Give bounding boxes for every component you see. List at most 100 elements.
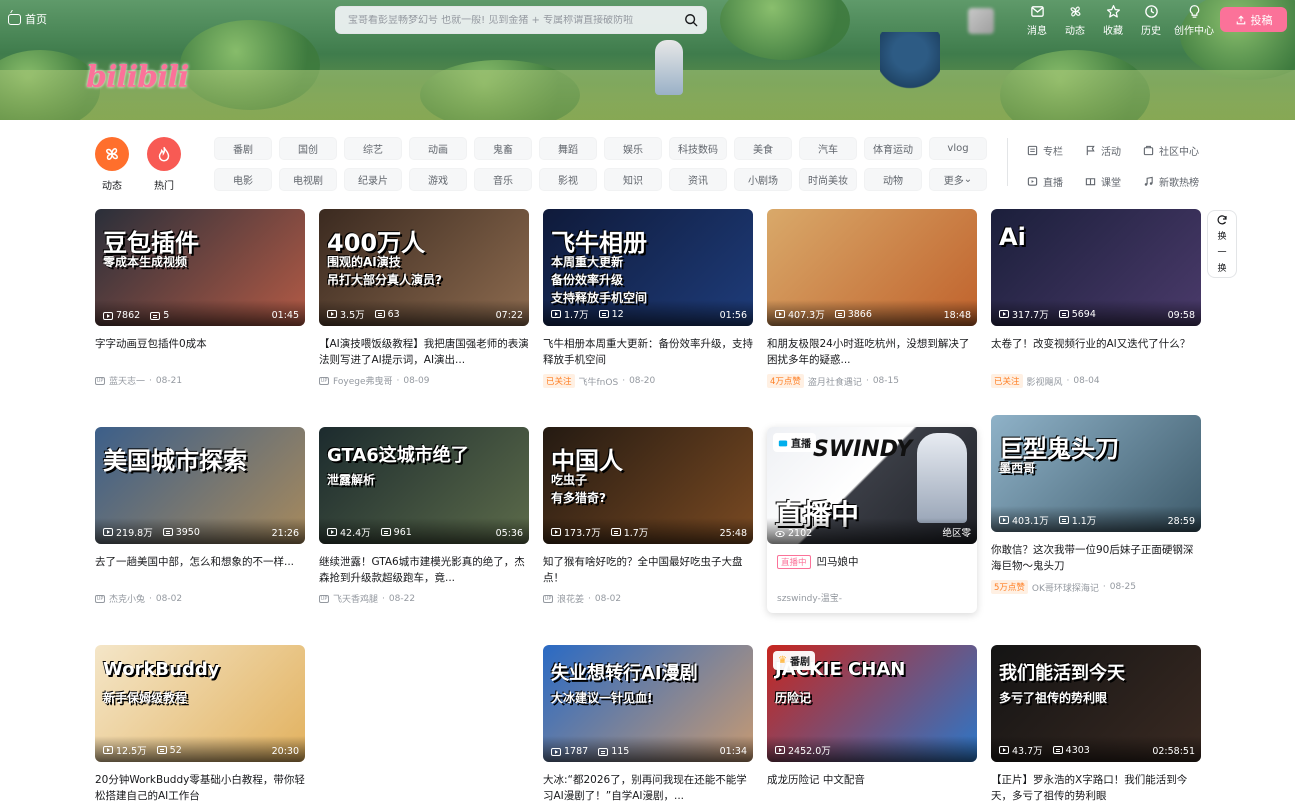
- video-title[interactable]: 你敢信？这次我带一位90后妹子正面硬钢深海巨物～鬼头刀: [991, 542, 1201, 574]
- video-title[interactable]: 【AI演技喂饭级教程】我把唐国强老师的表演法则写进了AI提示词，AI演出...: [319, 336, 529, 368]
- side-link-music-chart[interactable]: 新歌热榜: [1143, 174, 1199, 189]
- search-icon[interactable]: [676, 6, 706, 34]
- card-meta[interactable]: 已关注 影视飓风 · 08-04: [991, 374, 1201, 388]
- channel-row1-0[interactable]: 番剧: [214, 137, 272, 160]
- channel-row2-2[interactable]: 纪录片: [344, 168, 402, 191]
- meta-sep: ·: [1066, 376, 1070, 386]
- channel-row1-9[interactable]: 汽车: [799, 137, 857, 160]
- video-title[interactable]: 20分钟WorkBuddy零基础小白教程，带你轻松搭建自己的AI工作台: [95, 772, 305, 804]
- nav-dynamic[interactable]: 动态: [1056, 4, 1094, 37]
- refresh-button[interactable]: 换 一 换: [1207, 210, 1237, 278]
- video-card[interactable]: 400万人 围观的AI演技 吊打大部分真人演员? 3.5万 63 07:22 【AI演技喂饭…: [319, 209, 529, 387]
- video-thumbnail[interactable]: 407.3万 3866 18:48: [767, 209, 977, 326]
- video-thumbnail[interactable]: 美国城市探索 219.8万 3950 21:26: [95, 427, 305, 544]
- side-link-live[interactable]: 直播: [1027, 174, 1063, 189]
- video-thumbnail[interactable]: 巨型鬼头刀 墨西哥 403.1万 1.1万 28:59: [991, 415, 1201, 532]
- side-link-community[interactable]: 社区中心: [1143, 143, 1199, 158]
- avatar[interactable]: [968, 8, 994, 34]
- video-card[interactable]: 巨型鬼头刀 墨西哥 403.1万 1.1万 28:59 你敢信？这次我带一位90后妹子正面…: [991, 415, 1201, 594]
- video-title[interactable]: 继续泄露！GTA6城市建模光影真的绝了，杰森抢到升级款超级跑车，竟...: [319, 554, 529, 586]
- channel-row2-5[interactable]: 影视: [539, 168, 597, 191]
- hot-entry[interactable]: 热门: [147, 137, 181, 192]
- card-meta[interactable]: UP 飞天香鸡腿 · 08-22: [319, 592, 529, 605]
- video-thumbnail[interactable]: 中国人 吃虫子 有多猎奇? 173.7万 1.7万 25:48: [543, 427, 753, 544]
- nav-label: 创作中心: [1174, 26, 1214, 37]
- video-title[interactable]: 和朋友极限24小时逛吃杭州，没想到解决了困扰多年的疑惑...: [767, 336, 977, 368]
- video-card[interactable]: JACKIE CHAN 历险记 ♛ 番剧 2452.0万成龙历险记 中文配音: [767, 645, 977, 804]
- video-title[interactable]: 字字动画豆包插件0成本: [95, 336, 305, 368]
- side-link-activity[interactable]: 活动: [1085, 143, 1121, 158]
- video-card[interactable]: 豆包插件 零成本生成视频 7862 5 01:45 字字动画豆包插件0成本 UP 蓝天志一 · 0…: [95, 209, 305, 387]
- video-card[interactable]: WorkBuddy 新手保姆级教程 12.5万 52 20:30 20分钟WorkBudd…: [95, 645, 305, 804]
- channel-row2-4[interactable]: 音乐: [474, 168, 532, 191]
- video-card[interactable]: 我们能活到今天 多亏了祖传的势利眼 43.7万 4303 02:58:51 【正片】罗永浩…: [991, 645, 1201, 804]
- channel-row1-5[interactable]: 舞蹈: [539, 137, 597, 160]
- live-thumbnail[interactable]: SWINDY 直播中 直播 2102 绝区零: [767, 427, 977, 544]
- nav-creator-center[interactable]: 创作中心: [1170, 4, 1218, 37]
- video-card[interactable]: 美国城市探索 219.8万 3950 21:26 去了一趟美国中部，怎么和想象的不一样.…: [95, 427, 305, 605]
- video-thumbnail[interactable]: 豆包插件 零成本生成视频 7862 5 01:45: [95, 209, 305, 326]
- upload-button[interactable]: 投稿: [1220, 7, 1287, 32]
- video-card[interactable]: Ai 317.7万 5694 09:58 太卷了！改变视频行业的AI又迭代了什么？ 已关注…: [991, 209, 1201, 388]
- nav-messages[interactable]: 消息: [1018, 4, 1056, 37]
- video-thumbnail[interactable]: 飞牛相册 本周重大更新 备份效率升级 支持释放手机空间 1.7万 12 01:56: [543, 209, 753, 326]
- video-thumbnail[interactable]: 我们能活到今天 多亏了祖传的势利眼 43.7万 4303 02:58:51: [991, 645, 1201, 762]
- video-title[interactable]: 飞牛相册本周重大更新：备份效率升级，支持释放手机空间: [543, 336, 753, 368]
- video-thumbnail[interactable]: JACKIE CHAN 历险记 ♛ 番剧 2452.0万: [767, 645, 977, 762]
- search-input[interactable]: [336, 14, 676, 26]
- channel-row2-3[interactable]: 游戏: [409, 168, 467, 191]
- channel-label: 动画: [428, 145, 448, 156]
- video-title[interactable]: 去了一趟美国中部，怎么和想象的不一样...: [95, 554, 305, 586]
- channel-row2-7[interactable]: 资讯: [669, 168, 727, 191]
- channel-row1-8[interactable]: 美食: [734, 137, 792, 160]
- card-meta[interactable]: 4万点赞 盗月社食遇记 · 08-15: [767, 374, 977, 388]
- video-thumbnail[interactable]: 400万人 围观的AI演技 吊打大部分真人演员? 3.5万 63 07:22: [319, 209, 529, 326]
- dynamic-entry[interactable]: 动态: [95, 137, 129, 192]
- channel-row1-4[interactable]: 鬼畜: [474, 137, 532, 160]
- live-author[interactable]: szswindy-温宝-: [777, 591, 967, 604]
- video-thumbnail[interactable]: WorkBuddy 新手保姆级教程 12.5万 52 20:30: [95, 645, 305, 762]
- channel-row1-1[interactable]: 国创: [279, 137, 337, 160]
- live-title[interactable]: 凹马娘中: [817, 554, 859, 569]
- nav-history[interactable]: 历史: [1132, 4, 1170, 37]
- live-card[interactable]: SWINDY 直播中 直播 2102 绝区零 直播中 凹马娘中 szswindy…: [767, 427, 977, 613]
- card-meta[interactable]: UP 浪花姜 · 08-02: [543, 592, 753, 605]
- channel-row2-9[interactable]: 时尚美妆: [799, 168, 857, 191]
- nav-favorites[interactable]: 收藏: [1094, 4, 1132, 37]
- channel-row1-10[interactable]: 体育运动: [864, 137, 922, 160]
- channel-row1-2[interactable]: 综艺: [344, 137, 402, 160]
- video-thumbnail[interactable]: Ai 317.7万 5694 09:58: [991, 209, 1201, 326]
- thumb-text: 备份效率升级: [551, 273, 624, 287]
- channel-row1-11[interactable]: vlog: [929, 137, 987, 160]
- channel-row2-10[interactable]: 动物: [864, 168, 922, 191]
- channel-row1-7[interactable]: 科技数码: [669, 137, 727, 160]
- channel-row2-0[interactable]: 电影: [214, 168, 272, 191]
- home-link[interactable]: 首页: [8, 11, 47, 27]
- video-card[interactable]: 飞牛相册 本周重大更新 备份效率升级 支持释放手机空间 1.7万 12 01:56 飞牛相册本…: [543, 209, 753, 388]
- video-title[interactable]: 大冰:“都2026了，别再问我现在还能不能学习AI漫剧了！”自学AI漫剧，...: [543, 772, 753, 804]
- side-link-column[interactable]: 专栏: [1027, 143, 1063, 158]
- video-title[interactable]: 【正片】罗永浩的X字路口！我们能活到今天，多亏了祖传的势利眼: [991, 772, 1201, 804]
- video-title[interactable]: 成龙历险记 中文配音: [767, 772, 977, 804]
- channel-row2-6[interactable]: 知识: [604, 168, 662, 191]
- video-card[interactable]: 中国人 吃虫子 有多猎奇? 173.7万 1.7万 25:48 知了猴有啥好吃的？全中国最好…: [543, 427, 753, 605]
- channel-row1-6[interactable]: 娱乐: [604, 137, 662, 160]
- video-title[interactable]: 太卷了！改变视频行业的AI又迭代了什么？: [991, 336, 1201, 368]
- card-meta[interactable]: 已关注 飞牛fnOS · 08-20: [543, 374, 753, 388]
- card-meta[interactable]: UP 蓝天志一 · 08-21: [95, 374, 305, 387]
- video-card[interactable]: 407.3万 3866 18:48 和朋友极限24小时逛吃杭州，没想到解决了困扰多年的…: [767, 209, 977, 388]
- video-thumbnail[interactable]: GTA6这城市绝了 泄露解析 42.4万 961 05:36: [319, 427, 529, 544]
- channel-row2-11[interactable]: 更多 ⌄: [929, 168, 987, 191]
- card-meta[interactable]: 5万点赞 OK哥环球探海记 · 08-25: [991, 580, 1201, 594]
- video-card[interactable]: 失业想转行AI漫剧 大冰建议一针见血! 1787 115 01:34 大冰:“都2026了…: [543, 645, 753, 804]
- channel-row2-1[interactable]: 电视剧: [279, 168, 337, 191]
- card-meta[interactable]: UP Foyege弗曳哥 · 08-09: [319, 374, 529, 387]
- channel-row2-8[interactable]: 小剧场: [734, 168, 792, 191]
- video-card[interactable]: GTA6这城市绝了 泄露解析 42.4万 961 05:36 继续泄露！GTA6城市建模光…: [319, 427, 529, 605]
- video-thumbnail[interactable]: 失业想转行AI漫剧 大冰建议一针见血! 1787 115 01:34: [543, 645, 753, 762]
- card-meta[interactable]: UP 杰克小兔 · 08-02: [95, 592, 305, 605]
- video-title[interactable]: 知了猴有啥好吃的？全中国最好吃虫子大盘点！: [543, 554, 753, 586]
- bilibili-logo[interactable]: bilibili: [86, 60, 189, 95]
- channel-row1-3[interactable]: 动画: [409, 137, 467, 160]
- side-link-class[interactable]: 课堂: [1085, 174, 1121, 189]
